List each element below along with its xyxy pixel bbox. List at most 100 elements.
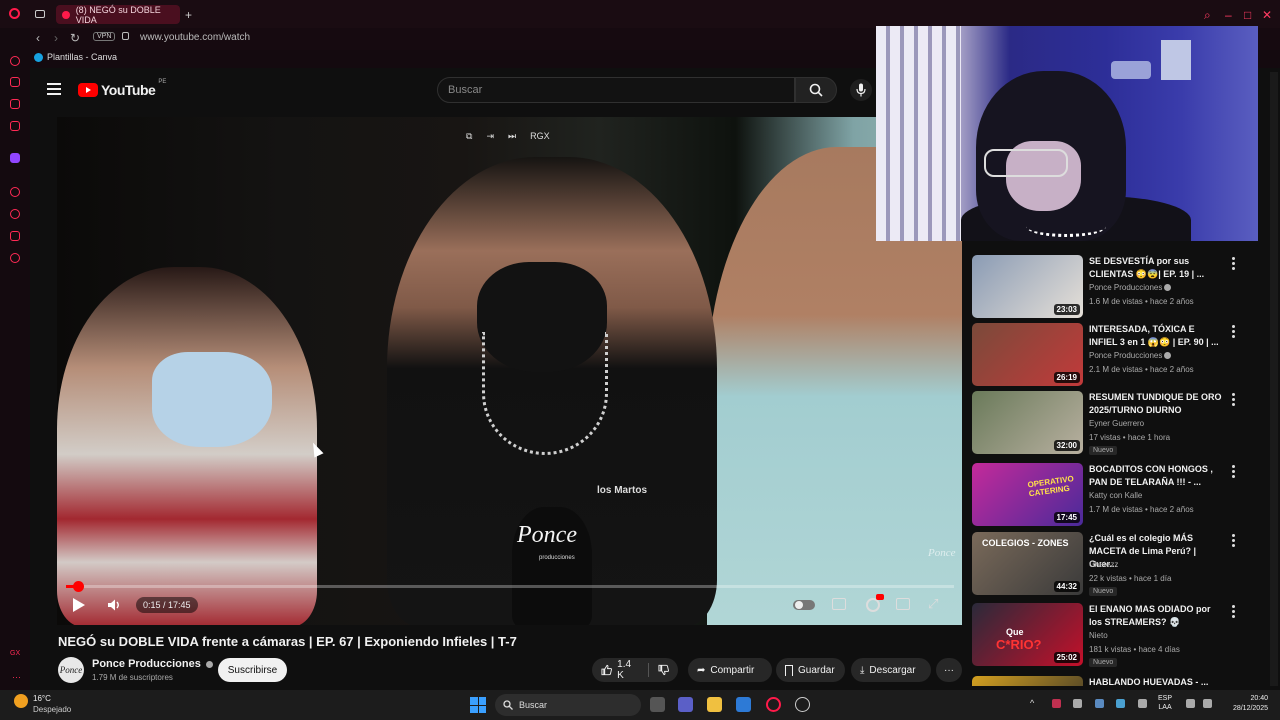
tray-discord-icon[interactable] [1073, 699, 1082, 708]
kebab-menu-icon[interactable] [1232, 393, 1235, 408]
forward-arrow-icon[interactable]: › [54, 31, 58, 45]
recommendation-channel[interactable]: Katty con Kalle [1089, 491, 1142, 500]
kebab-menu-icon[interactable] [1232, 325, 1235, 340]
recommendation-item[interactable]: 32:00 RESUMEN TUNDIQUE DE ORO 2025/TURNO … [972, 391, 1242, 455]
fullscreen-icon[interactable]: ⤢ [928, 596, 938, 612]
recommendation-title[interactable]: HABLANDO HUEVADAS - ... [1089, 676, 1224, 686]
recommendation-title[interactable]: BOCADITOS CON HONGOS , PAN DE TELARAÑA !… [1089, 463, 1224, 489]
url-field[interactable]: www.youtube.com/watch [140, 32, 250, 43]
language-indicator[interactable]: ESP LAA [1158, 694, 1172, 712]
youtube-logo[interactable]: YouTube PE [78, 79, 166, 98]
recommendation-item[interactable]: 26:19 INTERESADA, TÓXICA E INFIEL 3 en 1 … [972, 323, 1242, 387]
reload-icon[interactable]: ↻ [70, 31, 80, 45]
recommendation-thumbnail[interactable]: 26:19 [972, 323, 1083, 386]
kebab-menu-icon[interactable] [1232, 534, 1235, 549]
player-icon[interactable] [10, 187, 20, 197]
recommendation-channel[interactable]: Ponce Producciones [1089, 283, 1172, 292]
recommendation-title[interactable]: INTERESADA, TÓXICA E INFIEL 3 en 1 😱😳 | … [1089, 323, 1224, 349]
recommendation-item[interactable]: 23:03 SE DESVESTÍA por sus CLIENTAS 😳😨| E… [972, 255, 1242, 319]
progress-scrubber[interactable] [73, 581, 84, 592]
rgx-button[interactable]: RGX [530, 131, 550, 142]
extensions-icon[interactable] [10, 231, 20, 241]
hamburger-icon[interactable] [47, 83, 61, 95]
search-button[interactable] [795, 77, 837, 103]
recommendation-title[interactable]: RESUMEN TUNDIQUE DE ORO 2025/TURNO DIURN… [1089, 391, 1224, 417]
recommendation-channel[interactable]: Ponce Producciones [1089, 351, 1172, 360]
tray-app2-icon[interactable] [1116, 699, 1125, 708]
weather-icon[interactable] [14, 694, 28, 708]
recommendation-channel[interactable]: Chetezz [1089, 560, 1118, 569]
popout-icon[interactable]: ⧉ [466, 131, 472, 142]
recommendation-thumbnail[interactable]: 44:32 COLEGIOS - ZONES [972, 532, 1083, 595]
progress-bar[interactable] [66, 585, 954, 588]
vpn-badge[interactable]: VPN [93, 32, 116, 41]
save-button[interactable]: Guardar [776, 658, 845, 682]
channel-name[interactable]: Ponce Producciones [92, 658, 213, 670]
speaker-icon[interactable] [1203, 699, 1212, 708]
weather-temperature[interactable]: 16°C [33, 694, 51, 703]
recommendation-channel[interactable]: Eyner Guerrero [1089, 419, 1144, 428]
subtitles-icon[interactable] [832, 598, 846, 610]
recommendation-thumbnail[interactable]: 25:02 Que C*RIO? [972, 603, 1083, 666]
opera-gx-taskbar-icon[interactable] [766, 697, 781, 712]
more-actions-button[interactable]: ··· [936, 658, 962, 682]
minimize-icon[interactable]: – [1225, 8, 1232, 22]
video-player[interactable]: los Martos Ponce producciones [57, 117, 962, 625]
obs-icon[interactable] [795, 697, 810, 712]
gx-icon[interactable]: GX [10, 650, 20, 657]
whatsapp-icon[interactable] [10, 99, 20, 109]
recommendation-thumbnail[interactable]: 32:00 [972, 391, 1083, 454]
skip-icon[interactable]: ⏭ [508, 131, 516, 142]
autoplay-toggle[interactable] [793, 600, 815, 610]
search-tabs-icon[interactable]: ⌕ [1204, 8, 1211, 23]
kebab-menu-icon[interactable] [1232, 605, 1235, 620]
settings-gear-icon[interactable] [866, 598, 880, 612]
close-icon[interactable]: ✕ [1262, 8, 1272, 22]
tray-mic-icon[interactable] [1138, 699, 1147, 708]
exit-icon[interactable]: ⇥ [486, 131, 494, 142]
file-explorer-icon[interactable] [707, 697, 722, 712]
search-input[interactable]: Buscar [437, 77, 795, 103]
aria-icon[interactable] [10, 56, 20, 66]
recommendation-item[interactable]: 44:32 COLEGIOS - ZONES ¿Cuál es el colegio… [972, 532, 1242, 596]
new-tab-button[interactable]: + [185, 8, 192, 22]
bookmark-canva[interactable]: Plantillas - Canva [34, 52, 117, 62]
dislike-icon[interactable] [658, 664, 669, 676]
tray-app-icon[interactable] [1052, 699, 1061, 708]
messenger-icon[interactable] [10, 77, 20, 87]
browser-tab[interactable]: (8) NEGÓ su DOBLE VIDA [56, 5, 180, 25]
maximize-icon[interactable]: □ [1244, 8, 1251, 22]
task-view-icon[interactable] [650, 697, 665, 712]
recommendation-item[interactable]: 25:02 Que C*RIO? El ENANO MAS ODIADO por lo… [972, 603, 1242, 667]
like-icon[interactable] [601, 664, 612, 676]
tray-expand-icon[interactable]: ^ [1030, 698, 1034, 708]
like-count[interactable]: 1.4 K [617, 659, 639, 681]
recommendation-channel[interactable]: Nieto [1089, 631, 1108, 640]
more-icon[interactable]: ··· [12, 672, 21, 682]
weather-description[interactable]: Despejado [33, 705, 71, 714]
recommendation-title[interactable]: El ENANO MAS ODIADO por los STREAMERS? 💀 [1089, 603, 1224, 629]
play-button[interactable] [73, 598, 85, 612]
store-icon[interactable] [736, 697, 751, 712]
instagram-icon[interactable] [10, 121, 20, 131]
kebab-menu-icon[interactable] [1232, 465, 1235, 480]
recommendation-title[interactable]: SE DESVESTÍA por sus CLIENTAS 😳😨| EP. 19… [1089, 255, 1224, 281]
kebab-menu-icon[interactable] [1232, 257, 1235, 272]
recommendation-item[interactable]: 17:45 OPERATIVO CATERING BOCADITOS CON HON… [972, 463, 1242, 527]
share-button[interactable]: ➦ Compartir [688, 658, 772, 682]
lock-icon[interactable] [122, 32, 129, 40]
clock[interactable]: 20:40 28/12/2025 [1218, 694, 1268, 714]
voice-search-button[interactable] [850, 79, 872, 101]
workspace-icon[interactable] [35, 10, 45, 18]
twitch-icon[interactable] [10, 153, 20, 163]
back-arrow-icon[interactable]: ‹ [36, 31, 40, 45]
miniplayer-icon[interactable] [896, 598, 910, 610]
scrollbar[interactable] [1270, 72, 1278, 686]
volume-icon[interactable] [107, 598, 121, 612]
recommendation-thumbnail[interactable] [972, 676, 1083, 686]
subscribe-button[interactable]: Suscribirse [218, 658, 287, 682]
recommendation-item[interactable]: HABLANDO HUEVADAS - ... [972, 676, 1242, 686]
taskbar-search[interactable]: Buscar [495, 694, 641, 716]
windows-start-icon[interactable] [470, 697, 486, 713]
opera-icon[interactable] [9, 8, 20, 19]
